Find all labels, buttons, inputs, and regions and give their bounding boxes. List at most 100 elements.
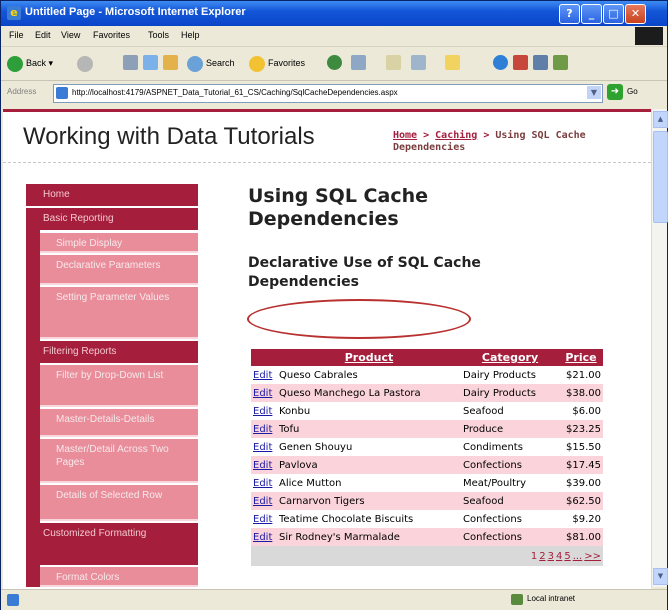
address-input[interactable]: http://localhost:4179/ASPNET_Data_Tutori… xyxy=(53,84,603,103)
table-row: Edit Queso Manchego La Pastora Dairy Produ… xyxy=(251,384,603,402)
column-header-price[interactable]: Price xyxy=(559,349,603,366)
edit-link[interactable]: Edit xyxy=(251,492,277,510)
back-button[interactable]: Back ▾ xyxy=(7,54,53,72)
folder-icon[interactable] xyxy=(445,55,460,70)
category-cell: Dairy Products xyxy=(461,384,559,402)
scroll-down-icon[interactable]: ▼ xyxy=(653,568,668,585)
edit-link[interactable]: Edit xyxy=(251,384,277,402)
sidebar-item-setting-parameter-values[interactable]: Setting Parameter Values xyxy=(40,287,198,339)
edit-link[interactable]: Edit xyxy=(251,420,277,438)
menu-accent-bar xyxy=(26,565,40,587)
search-button[interactable]: Search xyxy=(187,54,235,72)
sidebar-item-simple-display[interactable]: Simple Display xyxy=(40,233,198,253)
menu-accent-bar xyxy=(26,230,40,341)
intranet-zone-icon xyxy=(511,594,523,605)
price-cell: $9.20 xyxy=(559,510,603,528)
edit-link[interactable]: Edit xyxy=(251,528,277,546)
column-header-product[interactable]: Product xyxy=(277,349,461,366)
messenger-icon[interactable] xyxy=(493,55,508,70)
price-cell: $6.00 xyxy=(559,402,603,420)
title-bar: e Untitled Page - Microsoft Internet Exp… xyxy=(1,1,667,26)
print-icon[interactable] xyxy=(411,55,426,70)
product-cell: Teatime Chocolate Biscuits xyxy=(277,510,461,528)
go-arrow-icon[interactable]: ➜ xyxy=(607,84,623,100)
pager-link[interactable]: 3 xyxy=(548,551,554,562)
sidebar-item-filter-by-drop-down-list[interactable]: Filter by Drop-Down List xyxy=(40,365,198,407)
status-bar: Local intranet xyxy=(1,589,667,610)
favorites-label: Favorites xyxy=(268,58,306,68)
product-cell: Sir Rodney's Marmalade xyxy=(277,528,461,546)
sidebar-menu: Home Basic Reporting Simple Display Declara… xyxy=(26,184,198,590)
home-icon[interactable] xyxy=(163,55,178,70)
research-icon[interactable] xyxy=(513,55,528,70)
sidebar-item-details-of-selected-row[interactable]: Details of Selected Row xyxy=(40,485,198,521)
favorites-button[interactable]: Favorites xyxy=(249,54,305,72)
pager-row: 1 2 3 4 5... >> xyxy=(251,546,603,566)
pager-link[interactable]: 4 xyxy=(556,551,562,562)
menu-edit[interactable]: Edit xyxy=(35,30,51,40)
grid-header-row: Product Category Price xyxy=(251,349,603,366)
column-header-category[interactable]: Category xyxy=(461,349,559,366)
menu-file[interactable]: File xyxy=(9,30,24,40)
menu-view[interactable]: View xyxy=(61,30,80,40)
sidebar-item-filtering-reports[interactable]: Filtering Reports xyxy=(26,341,198,363)
page-status-icon xyxy=(7,594,19,606)
edit-page-icon[interactable] xyxy=(553,55,568,70)
stop-icon[interactable] xyxy=(123,55,138,70)
address-label: Address xyxy=(7,87,37,96)
go-button[interactable]: Go xyxy=(627,87,638,96)
sidebar-item-master-detail-across-two-pages[interactable]: Master/Detail Across Two Pages xyxy=(40,439,198,483)
table-row: Edit Carnarvon Tigers Seafood $62.50 xyxy=(251,492,603,510)
price-cell: $81.00 xyxy=(559,528,603,546)
product-cell: Carnarvon Tigers xyxy=(277,492,461,510)
windows-logo-icon xyxy=(635,27,663,45)
breadcrumb-caching[interactable]: Caching xyxy=(435,130,477,141)
site-title: Working with Data Tutorials xyxy=(23,123,315,150)
menu-help[interactable]: Help xyxy=(181,30,200,40)
table-row: Edit Sir Rodney's Marmalade Confections $81… xyxy=(251,528,603,546)
pager-link[interactable]: ... xyxy=(573,551,583,562)
maximize-button[interactable]: □ xyxy=(603,4,624,24)
security-zone: Local intranet xyxy=(527,594,576,603)
media-icon[interactable] xyxy=(327,55,342,70)
edit-link[interactable]: Edit xyxy=(251,366,277,384)
close-button[interactable]: ✕ xyxy=(625,4,646,24)
product-cell: Genen Shouyu xyxy=(277,438,461,456)
chevron-down-icon[interactable]: ▼ xyxy=(587,86,601,99)
category-cell: Dairy Products xyxy=(461,366,559,384)
edit-column-header xyxy=(251,349,277,366)
edit-link[interactable]: Edit xyxy=(251,402,277,420)
sidebar-item-home[interactable]: Home xyxy=(26,184,198,206)
sidebar-item-customized-formatting[interactable]: Customized Formatting xyxy=(26,523,198,565)
pager-link[interactable]: 5 xyxy=(564,551,570,562)
edit-link[interactable]: Edit xyxy=(251,474,277,492)
mail-icon[interactable] xyxy=(386,55,401,70)
toolbar: Back ▾ Search Favorites xyxy=(1,47,667,81)
edit-link[interactable]: Edit xyxy=(251,456,277,474)
breadcrumb-home[interactable]: Home xyxy=(393,130,417,141)
product-cell: Queso Manchego La Pastora xyxy=(277,384,461,402)
edit-link[interactable]: Edit xyxy=(251,510,277,528)
forward-button[interactable] xyxy=(77,54,96,72)
scroll-thumb[interactable] xyxy=(653,131,668,223)
sidebar-item-format-colors[interactable]: Format Colors xyxy=(40,567,198,587)
search-icon xyxy=(187,55,203,72)
product-cell: Queso Cabrales xyxy=(277,366,461,384)
page-header: Working with Data Tutorials Home > Cachi… xyxy=(3,112,651,163)
sidebar-item-master-details-details[interactable]: Master-Details-Details xyxy=(40,409,198,437)
vertical-scrollbar[interactable]: ▲ ▼ xyxy=(651,109,668,587)
menu-bar: File Edit View Favorites Tools Help xyxy=(1,26,667,47)
help-button[interactable]: ? xyxy=(559,4,580,24)
minimize-button[interactable]: _ xyxy=(581,4,602,24)
menu-favorites[interactable]: Favorites xyxy=(93,30,130,40)
history-icon[interactable] xyxy=(351,55,366,70)
scroll-up-icon[interactable]: ▲ xyxy=(653,111,668,128)
pager-link[interactable]: 2 xyxy=(539,551,545,562)
refresh-icon[interactable] xyxy=(143,55,158,70)
sidebar-item-declarative-parameters[interactable]: Declarative Parameters xyxy=(40,255,198,285)
edit-link[interactable]: Edit xyxy=(251,438,277,456)
menu-tools[interactable]: Tools xyxy=(148,30,169,40)
sidebar-item-basic-reporting[interactable]: Basic Reporting xyxy=(26,208,198,230)
discuss-icon[interactable] xyxy=(533,55,548,70)
pager-link[interactable]: >> xyxy=(584,551,601,562)
